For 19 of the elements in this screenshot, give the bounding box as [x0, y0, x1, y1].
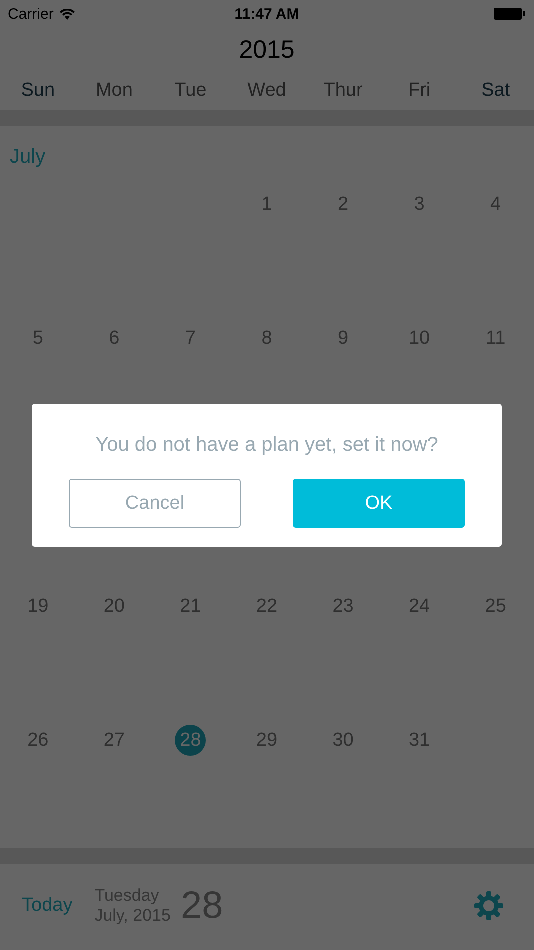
weekday-label: Mon	[94, 80, 134, 102]
weekday-label: Fri	[407, 80, 432, 102]
battery-icon	[494, 7, 526, 21]
weekday-label: Wed	[246, 80, 288, 102]
carrier-label: Carrier	[8, 6, 54, 22]
weekday-label: Thur	[322, 80, 364, 102]
weekday-label: Sun	[20, 80, 56, 102]
calendar-day[interactable]: 28	[175, 725, 206, 756]
ok-button[interactable]: OK	[293, 479, 465, 528]
dialog-message: You do not have a plan yet, set it now?	[94, 434, 440, 457]
cancel-button[interactable]: Cancel	[69, 479, 241, 528]
status-time: 11:47 AM	[234, 6, 300, 22]
wifi-icon	[60, 8, 75, 20]
weekday-label: Tue	[174, 80, 208, 102]
month-label: July	[9, 145, 47, 170]
settings-icon[interactable]	[474, 891, 504, 921]
year-title: 2015	[238, 35, 296, 66]
weekday-label: Sat	[480, 80, 512, 102]
today-button[interactable]: Today	[22, 895, 73, 917]
